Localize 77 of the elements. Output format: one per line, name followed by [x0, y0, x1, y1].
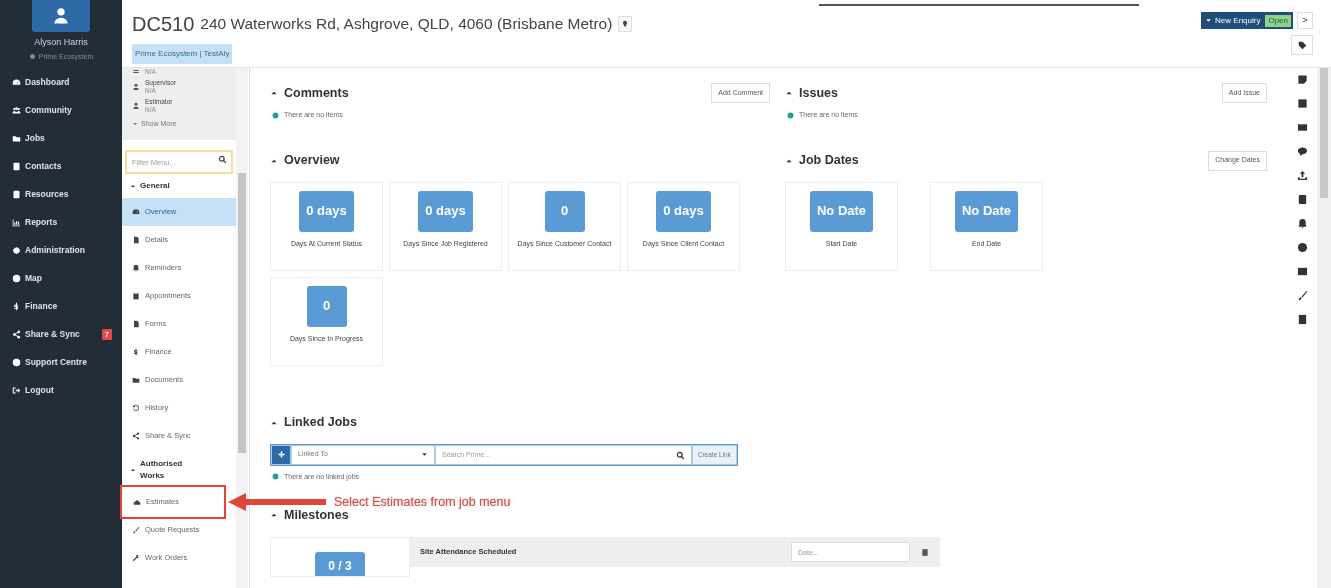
nav-item[interactable]: Reports [0, 208, 122, 236]
next-button[interactable]: > [1297, 12, 1313, 29]
brush-icon [132, 525, 140, 534]
bell-icon [132, 263, 140, 272]
nav-item[interactable]: Finance [0, 292, 122, 320]
plus-icon [276, 450, 286, 459]
scroll-thumb[interactable] [1320, 68, 1328, 198]
stat-value: 0 [544, 190, 585, 232]
bell-icon[interactable] [1296, 218, 1308, 229]
section-title: Linked Jobs [284, 414, 357, 432]
collapse-caret-icon[interactable] [270, 89, 278, 97]
section-title: Issues [799, 84, 838, 102]
stat-value: No Date [954, 190, 1019, 232]
nav-item[interactable]: Contacts [0, 152, 122, 180]
nav-item[interactable]: Resources [0, 180, 122, 208]
stat-value: 0 days [299, 190, 354, 232]
nav-item[interactable]: Support Centre [0, 348, 122, 376]
upload-icon[interactable] [1296, 170, 1308, 181]
company-tag: Prime Ecosystem | TestAly [132, 44, 233, 64]
dollar-icon [12, 301, 21, 311]
history-icon [132, 403, 140, 412]
menu-group-title: General [140, 179, 171, 192]
person-icon [132, 102, 140, 110]
share-icon [12, 329, 21, 339]
tags-button[interactable] [1291, 35, 1313, 55]
stat-value: 0 [306, 285, 347, 327]
nav-item[interactable]: Logout [0, 376, 122, 404]
nav-item[interactable]: Jobs [0, 124, 122, 152]
scroll-thumb[interactable] [238, 173, 246, 453]
bar-chart-icon [12, 217, 21, 227]
stat-value: 0 days [656, 190, 711, 232]
house-icon [133, 497, 141, 506]
brush-icon[interactable] [1296, 290, 1308, 301]
person-icon [132, 83, 140, 91]
stat-value: 0 days [418, 190, 473, 232]
collapse-caret-icon[interactable] [785, 89, 793, 97]
tag-icon [1297, 40, 1307, 50]
section-title: Overview [284, 152, 340, 170]
speech-bubble-icon[interactable] [1296, 146, 1308, 157]
gauge-icon [132, 207, 140, 216]
map-pin-icon [621, 20, 630, 28]
document-icon [132, 319, 140, 328]
job-address: 240 Waterworks Rd, Ashgrove, QLD, 4060 (Brisbane Metro) [200, 16, 613, 32]
status-button[interactable]: New Enquiry Open [1201, 12, 1293, 29]
location-button[interactable] [618, 16, 633, 32]
caret-icon [132, 121, 138, 128]
user-name: Alyson Harris [33, 36, 89, 49]
caret-icon [1205, 17, 1213, 24]
caret-icon [421, 451, 428, 458]
user-silhouette-icon [51, 6, 71, 26]
clipboard-icon [132, 235, 140, 244]
nav-item[interactable]: Dashboard [0, 68, 122, 96]
caret-icon [130, 182, 136, 189]
search-icon [675, 450, 685, 460]
gauge-icon [12, 77, 21, 87]
nav-item[interactable]: Administration [0, 236, 122, 264]
job-id: DC510 [132, 14, 195, 34]
people-icon [12, 105, 21, 115]
section-title: Comments [284, 84, 349, 102]
bars-icon [132, 68, 140, 76]
status-badge: Open [1265, 14, 1291, 27]
search-icon [218, 154, 227, 164]
sticky-note-icon[interactable] [1296, 74, 1308, 85]
share-icon [132, 431, 140, 440]
nav-item[interactable]: Map [0, 264, 122, 292]
milestone-count: 0 / 3 [315, 552, 365, 576]
menu-group-title: Authorised Works [140, 457, 184, 482]
nav-item[interactable]: Community [0, 96, 122, 124]
dollar-icon [132, 347, 140, 356]
section-title: Job Dates [799, 152, 859, 170]
add-button[interactable] [272, 445, 290, 464]
logout-icon [12, 385, 21, 395]
stat-value: No Date [809, 190, 874, 232]
folder-icon [12, 133, 21, 143]
caret-icon [130, 466, 136, 473]
wrench-icon [132, 553, 140, 562]
folder-icon [132, 375, 140, 384]
